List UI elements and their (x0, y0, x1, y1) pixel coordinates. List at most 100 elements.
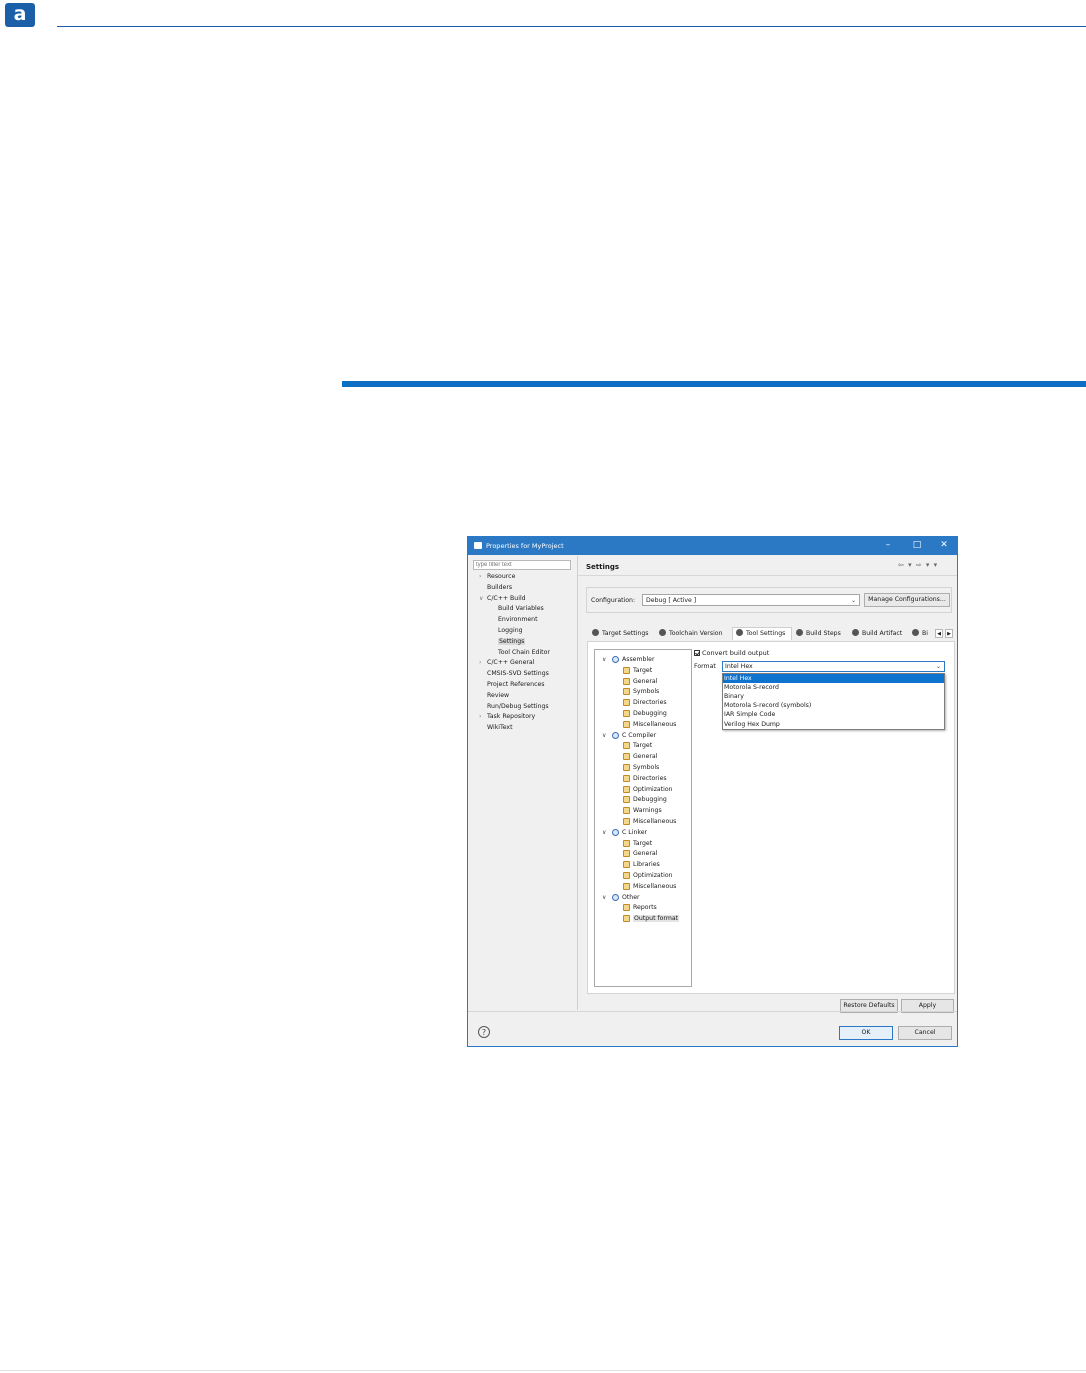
section-divider (342, 381, 1086, 387)
nav-item[interactable]: Logging (498, 627, 523, 635)
tool-icon (612, 731, 619, 739)
tree-group[interactable]: ∨ Assembler (602, 655, 655, 664)
tool-icon (612, 893, 619, 901)
tab-4[interactable]: Build Artifact (849, 628, 908, 640)
expand-chevron-icon[interactable]: ∨ (602, 828, 606, 837)
tree-item[interactable]: Reports (623, 903, 657, 912)
tree-item[interactable]: General (623, 752, 657, 761)
expand-chevron-icon[interactable]: ∨ (602, 731, 606, 740)
option-page-icon (623, 677, 630, 685)
format-option[interactable]: Binary (723, 692, 944, 701)
tree-item[interactable]: Optimization (623, 785, 673, 794)
tab-label: Bi (922, 630, 928, 637)
tree-item-label: Warnings (633, 807, 662, 815)
nav-item[interactable]: Review (487, 692, 509, 700)
nav-item[interactable]: Build Variables (498, 605, 544, 613)
option-page-icon (623, 872, 630, 879)
tab-2[interactable]: Tool Settings (732, 627, 792, 640)
nav-item[interactable]: Project References (487, 681, 545, 689)
nav-item[interactable]: WikiText (487, 724, 513, 732)
nav-item[interactable]: CMSIS-SVD Settings (487, 670, 549, 678)
format-option[interactable]: Motorola S-record (723, 683, 944, 692)
tool-tree: ∨ Assembler Target General Symbols Directorie… (594, 649, 692, 987)
tree-item[interactable]: Output format (623, 914, 680, 923)
dialog-titlebar: Properties for MyProject – □ ✕ (468, 537, 957, 555)
tree-item[interactable]: Miscellaneous (623, 817, 676, 826)
cancel-button[interactable]: Cancel (898, 1026, 952, 1040)
format-option[interactable]: Motorola S-record (symbols) (723, 701, 944, 710)
tab-1[interactable]: Toolchain Version (656, 628, 731, 640)
nav-item[interactable]: › Task Repository (479, 713, 535, 721)
tree-item[interactable]: Debugging (623, 795, 667, 804)
tab-5[interactable]: Bi (909, 628, 933, 640)
manage-configurations-button[interactable]: Manage Configurations... (864, 593, 950, 607)
help-icon[interactable]: ? (478, 1026, 490, 1038)
format-option[interactable]: Intel Hex (723, 674, 944, 683)
nav-item[interactable]: Settings (498, 637, 526, 646)
convert-build-output-checkbox[interactable]: Convert build output (694, 649, 769, 658)
tab-3[interactable]: Build Steps (793, 628, 848, 640)
tree-item-label: Optimization (633, 785, 673, 793)
format-option[interactable]: Verilog Hex Dump (723, 720, 944, 729)
tree-item[interactable]: Symbols (623, 763, 659, 772)
option-page-icon (623, 861, 630, 869)
expand-chevron-icon[interactable]: ∨ (602, 893, 606, 902)
maximize-icon[interactable]: □ (907, 539, 927, 553)
tree-group[interactable]: ∨ Other (602, 893, 640, 902)
tree-group[interactable]: ∨ C Compiler (602, 731, 656, 740)
tab-scroll-right-icon[interactable]: ▶ (945, 629, 953, 638)
tree-item[interactable]: General (623, 849, 658, 858)
tool-icon (612, 656, 619, 663)
tree-item[interactable]: Libraries (623, 860, 660, 869)
nav-item[interactable]: ∨ C/C++ Build (479, 595, 526, 603)
configuration-select[interactable]: Debug [ Active ] ⌄ (642, 594, 860, 606)
format-option[interactable]: IAR Simple Code (723, 710, 944, 719)
tree-item[interactable]: Target (623, 741, 652, 750)
tree-item[interactable]: Debugging (623, 709, 667, 718)
checkbox-checked-icon (694, 649, 700, 656)
pane-splitter[interactable] (577, 556, 578, 1010)
tree-item-label: Miscellaneous (633, 720, 677, 728)
nav-item[interactable]: Tool Chain Editor (498, 649, 550, 657)
nav-item-label: Builders (487, 583, 513, 591)
tree-item[interactable]: General (623, 677, 657, 686)
option-page-icon (623, 753, 630, 761)
option-page-icon (623, 666, 630, 674)
tree-item[interactable]: Symbols (623, 687, 659, 696)
tree-item[interactable]: Warnings (623, 806, 662, 815)
nav-item[interactable]: › Resource (479, 573, 515, 581)
history-nav-icons[interactable]: ⇦ ▾ ⇨ ▾ ▾ (898, 561, 938, 569)
format-select[interactable]: Intel Hex ⌄ (722, 661, 945, 672)
nav-item[interactable]: › C/C++ General (479, 659, 534, 667)
app-icon (474, 542, 482, 549)
tree-item-label: General (633, 850, 658, 858)
tree-item[interactable]: Target (623, 666, 653, 675)
tree-item[interactable]: Directories (623, 698, 667, 707)
tool-tabs: Bi Build Artifact Build Steps Tool Settings… (587, 627, 957, 640)
chevron-down-icon[interactable]: ∨ (479, 595, 483, 603)
tree-item[interactable]: Optimization (623, 871, 673, 880)
tree-group[interactable]: ∨ C Linker (602, 828, 647, 837)
tree-item[interactable]: Target (623, 839, 652, 848)
tab-0[interactable]: Target Settings (589, 628, 655, 640)
ok-button[interactable]: OK (839, 1026, 893, 1040)
tree-item[interactable]: Miscellaneous (623, 720, 677, 729)
nav-item[interactable]: Builders (487, 584, 512, 592)
nav-item[interactable]: Environment (498, 616, 538, 624)
tab-label: Build Artifact (862, 630, 903, 637)
tree-item[interactable]: Miscellaneous (623, 882, 676, 891)
nav-item[interactable]: Run/Debug Settings (487, 703, 549, 711)
filter-input[interactable] (473, 560, 571, 570)
nav-item-label: Logging (498, 627, 523, 634)
chevron-right-icon[interactable]: › (479, 659, 481, 667)
tree-item[interactable]: Directories (623, 774, 667, 783)
chevron-right-icon[interactable]: › (479, 713, 481, 721)
expand-chevron-icon[interactable]: ∨ (602, 655, 606, 664)
tab-scroll-left-icon[interactable]: ◀ (935, 629, 943, 638)
tab-gear-icon (736, 629, 743, 636)
option-page-icon (623, 839, 630, 847)
chevron-right-icon[interactable]: › (479, 573, 481, 581)
minimize-icon[interactable]: – (878, 539, 898, 553)
tree-item-label: Target (633, 666, 653, 674)
close-icon[interactable]: ✕ (934, 539, 954, 553)
